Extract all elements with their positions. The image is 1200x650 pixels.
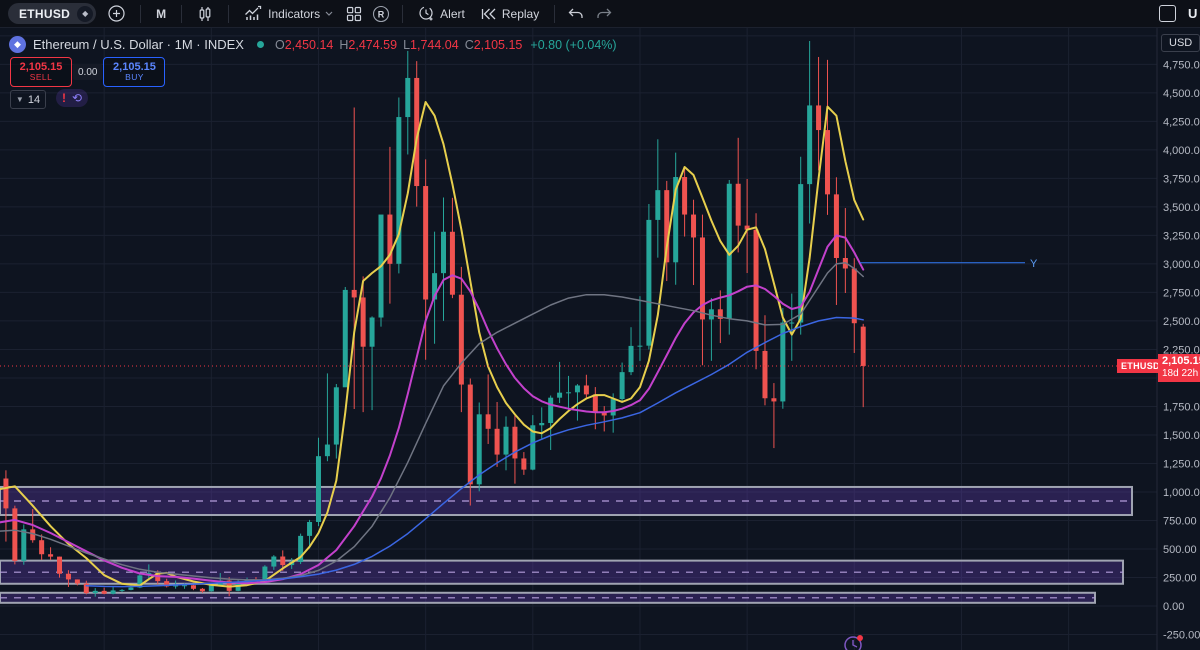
- interval-button[interactable]: M: [148, 0, 174, 27]
- rename-badge-button[interactable]: R: [367, 0, 395, 27]
- grid-layout-icon: [346, 6, 362, 22]
- redo-arrow-icon: [596, 8, 612, 20]
- chart-pane[interactable]: Y 4,750.00 4,500.00 4,250.00 4,000.00 3,750.…: [0, 27, 1200, 650]
- svg-text:R: R: [378, 9, 385, 19]
- axis-label: 250.00: [1163, 572, 1197, 584]
- legend-title[interactable]: Ethereum / U.S. Dollar · 1M · INDEX: [33, 37, 244, 52]
- currency-axis-button[interactable]: USD: [1161, 34, 1200, 52]
- axis-label: 4,000.00: [1163, 145, 1200, 157]
- axis-label: 3,250.00: [1163, 230, 1200, 242]
- toolbar-divider: [228, 5, 229, 23]
- axis-label: 4,750.00: [1163, 59, 1200, 71]
- symbol-badge-icon[interactable]: ◆: [77, 6, 93, 22]
- axis-label: 3,500.00: [1163, 202, 1200, 214]
- replay-icon: [481, 7, 497, 21]
- series-price-tag: ETHUSD: [1117, 359, 1164, 373]
- axis-label: 1,750.00: [1163, 401, 1200, 413]
- undo-button[interactable]: [562, 0, 590, 27]
- chart-legend: ◆ Ethereum / U.S. Dollar · 1M · INDEX O2…: [9, 36, 617, 53]
- tradingview-app: { "toolbar": { "symbol": "ETHUSD", "time…: [0, 0, 1200, 650]
- replay-label: Replay: [502, 7, 539, 21]
- axis-label: 4,500.00: [1163, 88, 1200, 100]
- compare-add-button[interactable]: [100, 0, 133, 27]
- buy-button[interactable]: 2,105.15 BUY: [103, 57, 165, 87]
- close-value: 2,105.15: [474, 38, 523, 52]
- r-circle-icon: R: [372, 5, 390, 23]
- price-axis[interactable]: 4,750.00 4,500.00 4,250.00 4,000.00 3,750.00…: [1157, 27, 1200, 650]
- low-value: 1,744.04: [410, 38, 459, 52]
- axis-label: 500.00: [1163, 544, 1197, 556]
- alert-label: Alert: [440, 7, 465, 21]
- axis-label: 3,750.00: [1163, 173, 1200, 185]
- indicators-button[interactable]: Indicators: [236, 0, 341, 27]
- sell-label: SELL: [30, 73, 52, 82]
- toolbar-divider: [554, 5, 555, 23]
- axis-label: 1,250.00: [1163, 458, 1200, 470]
- fullscreen-icon[interactable]: [1159, 5, 1176, 22]
- low-label: L: [403, 38, 410, 52]
- alert-clock-icon: [418, 5, 435, 22]
- bar-countdown: 18d 22h: [1162, 368, 1200, 380]
- market-status-dot-icon: [257, 41, 264, 48]
- plus-circle-icon: [108, 5, 125, 22]
- symbol-name: ETHUSD: [19, 7, 70, 21]
- last-price-label: 2,105.15 18d 22h: [1158, 354, 1200, 382]
- axis-label: 0.00: [1163, 601, 1184, 613]
- bar-count-value: 14: [28, 94, 40, 106]
- user-label: U: [1188, 6, 1200, 21]
- undo-arrow-icon: [568, 8, 584, 20]
- high-value: 2,474.59: [348, 38, 397, 52]
- axis-label: 1,500.00: [1163, 430, 1200, 442]
- spread-value: 0.00: [73, 64, 102, 80]
- axis-label: 2,500.00: [1163, 316, 1200, 328]
- replay-button[interactable]: Replay: [473, 0, 547, 27]
- axis-label: 1,000.00: [1163, 487, 1200, 499]
- grid-layer: [0, 27, 1157, 650]
- open-value: 2,450.14: [285, 38, 334, 52]
- close-label: C: [465, 38, 474, 52]
- axis-label: 4,250.00: [1163, 116, 1200, 128]
- axis-label: -250.00: [1163, 630, 1200, 642]
- chart-style-button[interactable]: [189, 0, 221, 27]
- ray-label: Y: [1030, 258, 1038, 270]
- axis-label: 750.00: [1163, 515, 1197, 527]
- legend-ohlc: O2,450.14 H2,474.59 L1,744.04 C2,105.15 …: [275, 38, 617, 52]
- symbol-search-button[interactable]: ETHUSD ◆: [8, 3, 96, 24]
- toolbar-divider: [140, 5, 141, 23]
- top-toolbar: ETHUSD ◆ M Indicators R Alert: [0, 0, 1200, 28]
- last-price-value: 2,105.15: [1162, 355, 1200, 368]
- buy-label: BUY: [125, 73, 144, 82]
- ma-slow-gray: [0, 263, 863, 580]
- data-warning-pill[interactable]: ! ⟲: [56, 89, 88, 107]
- alert-button[interactable]: Alert: [410, 0, 473, 27]
- interval-label: M: [156, 7, 166, 21]
- bar-count-dropdown[interactable]: ▼ 14: [10, 90, 46, 109]
- redo-button[interactable]: [590, 0, 618, 27]
- layout-templates-button[interactable]: [341, 0, 367, 27]
- ethereum-logo-icon: ◆: [9, 36, 26, 53]
- toolbar-divider: [402, 5, 403, 23]
- sync-icon: ⟲: [72, 91, 82, 105]
- chevron-down-icon: ▼: [16, 95, 24, 104]
- warning-icon: !: [62, 91, 66, 105]
- change-value: +0.80 (+0.04%): [530, 38, 616, 52]
- axis-label: 3,000.00: [1163, 259, 1200, 271]
- candlestick-icon: [197, 6, 213, 22]
- sell-button[interactable]: 2,105.15 SELL: [10, 57, 72, 87]
- chevron-down-icon: [325, 11, 333, 16]
- toolbar-divider: [181, 5, 182, 23]
- open-label: O: [275, 38, 285, 52]
- indicators-label: Indicators: [268, 7, 320, 21]
- order-panel: 2,105.15 SELL 0.00 2,105.15 BUY: [10, 57, 165, 87]
- toolbar-right: U: [1159, 0, 1200, 27]
- indicators-icon: [244, 5, 263, 22]
- axis-label: 2,750.00: [1163, 287, 1200, 299]
